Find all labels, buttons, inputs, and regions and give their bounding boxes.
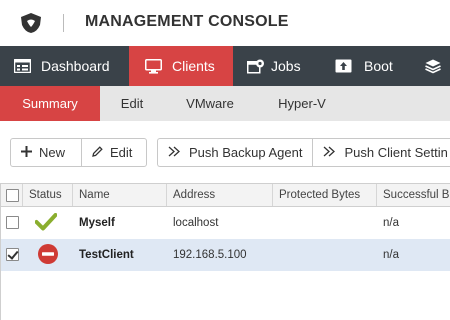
select-all-checkbox[interactable] <box>6 189 19 202</box>
nav-dashboard-label: Dashboard <box>41 58 110 74</box>
clients-grid: Status Name Address Protected Bytes Succ… <box>0 183 450 320</box>
column-header-name[interactable]: Name <box>73 184 167 206</box>
status-cell <box>33 239 67 271</box>
app-title: MANAGEMENT CONSOLE <box>85 13 289 30</box>
dashboard-icon <box>14 59 31 73</box>
plus-icon <box>21 145 32 160</box>
select-all-cell <box>1 184 23 206</box>
ok-check-icon <box>35 213 57 231</box>
nav-dashboard[interactable]: Dashboard <box>0 46 129 86</box>
header-divider <box>63 14 64 32</box>
nav-clients[interactable]: Clients <box>129 46 233 86</box>
nav-clients-label: Clients <box>172 58 215 74</box>
toolbar-group-edit: New Edit <box>10 138 147 167</box>
push-client-settings-label: Push Client Settin <box>344 145 448 160</box>
nav-more[interactable] <box>411 46 450 86</box>
tab-vmware[interactable]: VMware <box>164 86 256 121</box>
grid-header: Status Name Address Protected Bytes Succ… <box>1 183 450 207</box>
push-arrow-icon <box>168 145 182 160</box>
push-client-settings-button[interactable]: Push Client Settin <box>312 139 450 166</box>
toolbar-group-push: Push Backup Agent Push Client Settin <box>157 138 450 167</box>
shield-logo-icon <box>21 13 41 33</box>
row-checkbox[interactable] <box>6 216 19 229</box>
nav-jobs-label: Jobs <box>271 58 301 74</box>
client-address: 192.168.5.100 <box>173 249 247 261</box>
client-protected-bytes <box>273 207 377 239</box>
main-nav: Dashboard Clients Jobs Boot <box>0 46 450 86</box>
table-row[interactable]: TestClient 192.168.5.100 n/a <box>1 239 450 271</box>
new-button-label: New <box>39 145 66 160</box>
client-successful-backups: n/a <box>383 217 399 229</box>
nav-jobs[interactable]: Jobs <box>233 46 317 86</box>
error-stop-icon <box>38 244 58 264</box>
pencil-icon <box>92 145 103 160</box>
monitor-icon <box>145 58 162 74</box>
client-name: TestClient <box>79 249 134 261</box>
column-header-protected-bytes[interactable]: Protected Bytes <box>273 184 377 206</box>
column-header-address[interactable]: Address <box>167 184 273 206</box>
new-button[interactable]: New <box>11 139 81 166</box>
sub-nav: Summary Edit VMware Hyper-V <box>0 86 450 121</box>
tab-edit[interactable]: Edit <box>100 86 164 121</box>
stack-icon <box>425 59 441 73</box>
edit-button-label: Edit <box>110 145 133 160</box>
client-address: localhost <box>173 217 219 229</box>
nav-boot[interactable]: Boot <box>317 46 411 86</box>
push-arrow-icon <box>323 145 337 160</box>
boot-icon <box>335 59 352 73</box>
client-successful-backups: n/a <box>383 249 399 261</box>
column-header-status[interactable]: Status <box>23 184 73 206</box>
jobs-icon <box>247 59 264 73</box>
push-backup-agent-button[interactable]: Push Backup Agent <box>158 139 312 166</box>
client-name: Myself <box>79 217 115 229</box>
tab-summary[interactable]: Summary <box>0 86 100 121</box>
status-cell <box>33 207 67 239</box>
table-row[interactable]: Myself localhost n/a <box>1 207 450 239</box>
push-backup-agent-label: Push Backup Agent <box>189 145 303 160</box>
edit-button[interactable]: Edit <box>81 139 146 166</box>
client-protected-bytes <box>273 239 377 271</box>
column-header-successful-backups[interactable]: Successful Ba <box>377 184 450 206</box>
app-header: MANAGEMENT CONSOLE <box>0 0 450 46</box>
row-checkbox[interactable] <box>6 248 19 261</box>
tab-hyper-v[interactable]: Hyper-V <box>256 86 348 121</box>
nav-boot-label: Boot <box>364 58 393 74</box>
